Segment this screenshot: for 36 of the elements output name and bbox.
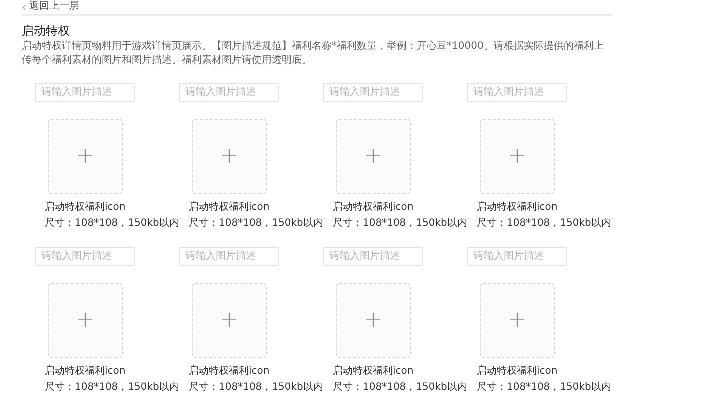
upload-button[interactable]: +: [336, 283, 411, 358]
upload-button[interactable]: +: [480, 283, 555, 358]
description-field[interactable]: 请输入图片描述: [179, 83, 279, 102]
image-label: 启动特权福利icon: [45, 202, 126, 214]
size-hint: 尺寸：108*108，150kb以内: [333, 382, 468, 394]
image-label: 启动特权福利icon: [189, 366, 270, 378]
upload-button[interactable]: +: [48, 283, 123, 358]
back-link[interactable]: 返回上一层: [29, 2, 80, 12]
image-label: 启动特权福利icon: [45, 366, 126, 378]
description-field[interactable]: 请输入图片描述: [35, 83, 135, 102]
description-field[interactable]: 请输入图片描述: [35, 247, 135, 266]
image-label: 启动特权福利icon: [189, 202, 270, 214]
size-hint: 尺寸：108*108，150kb以内: [45, 382, 180, 394]
size-hint: 尺寸：108*108，150kb以内: [477, 382, 612, 394]
size-hint: 尺寸：108*108，150kb以内: [45, 218, 180, 230]
description-field[interactable]: 请输入图片描述: [179, 247, 279, 266]
size-hint: 尺寸：108*108，150kb以内: [477, 218, 612, 230]
back-arrow-icon[interactable]: ‹: [22, 2, 26, 12]
section-title: 启动特权: [22, 24, 71, 38]
upload-button[interactable]: +: [192, 283, 267, 358]
description-field[interactable]: 请输入图片描述: [467, 83, 567, 102]
size-hint: 尺寸：108*108，150kb以内: [189, 382, 324, 394]
section-description: 启动特权详情页物料用于游戏详情页展示。【图片描述规范】福利名称*福利数量，举例：开心豆*10000。请根据实际提供的福利上传每个福利素材的图片和图片描述。福利素材图片请使用透明底。: [22, 40, 605, 68]
upload-button[interactable]: +: [336, 119, 411, 194]
description-field[interactable]: 请输入图片描述: [467, 247, 567, 266]
image-label: 启动特权福利icon: [477, 202, 558, 214]
image-label: 启动特权福利icon: [333, 202, 414, 214]
upload-button[interactable]: +: [480, 119, 555, 194]
size-hint: 尺寸：108*108，150kb以内: [189, 218, 324, 230]
description-field[interactable]: 请输入图片描述: [323, 247, 423, 266]
image-label: 启动特权福利icon: [477, 366, 558, 378]
image-label: 启动特权福利icon: [333, 366, 414, 378]
description-field[interactable]: 请输入图片描述: [323, 83, 423, 102]
upload-button[interactable]: +: [192, 119, 267, 194]
size-hint: 尺寸：108*108，150kb以内: [333, 218, 468, 230]
upload-button[interactable]: +: [48, 119, 123, 194]
